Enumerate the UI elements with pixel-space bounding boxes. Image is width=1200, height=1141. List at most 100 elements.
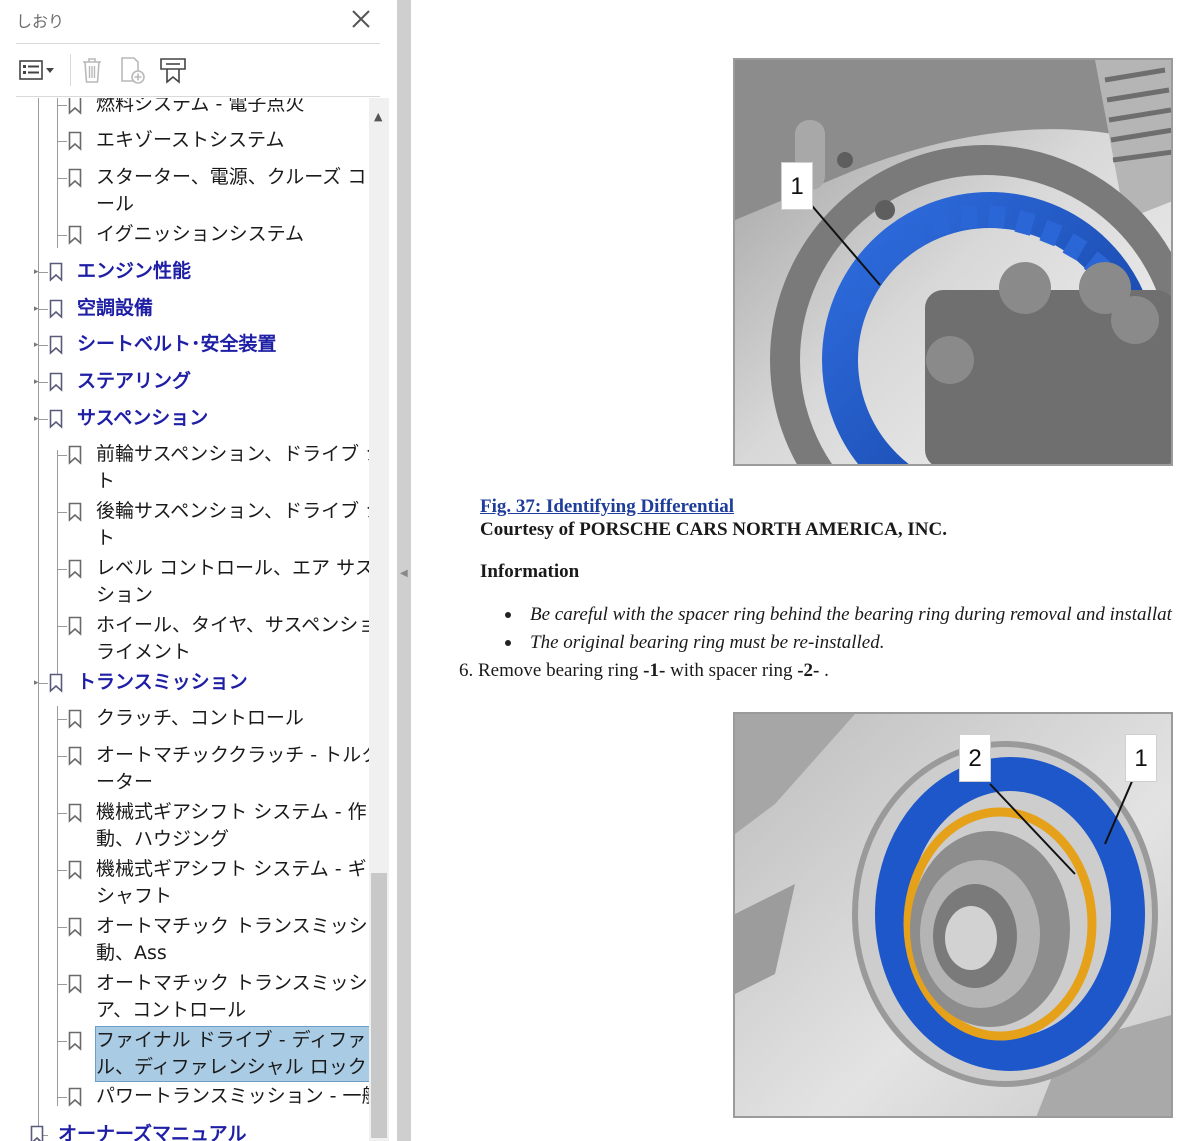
step-text: Remove bearing ring xyxy=(478,660,644,681)
delete-bookmark-button[interactable] xyxy=(78,54,106,86)
bookmark-label[interactable]: オートマチッククラッチ - トルクコンバーター xyxy=(96,742,370,796)
bookmark-label-line: ト xyxy=(96,470,116,492)
bookmark-label[interactable]: オートマチック トランスミッション - 作動、Ass xyxy=(96,913,370,967)
expand-toggle-icon[interactable]: ▸ xyxy=(34,341,42,350)
bookmark-label[interactable]: イグニッションシステム xyxy=(96,221,304,248)
bookmark-icon xyxy=(68,746,82,766)
bookmark-label-line: 前輪サスペンション、ドライブ シャフ xyxy=(96,443,370,465)
bookmark-icon xyxy=(68,616,82,636)
bookmark-icon xyxy=(49,262,63,282)
expand-toggle-icon[interactable]: ▸ xyxy=(34,415,42,424)
bookmark-icon xyxy=(68,860,82,880)
bookmark-label[interactable]: ステアリング xyxy=(77,368,191,395)
tree-connector xyxy=(57,455,67,456)
expand-bookmark-button[interactable] xyxy=(156,54,190,86)
close-panel-button[interactable] xyxy=(348,6,374,32)
bookmark-label[interactable]: エキゾーストシステム xyxy=(96,127,284,154)
bookmark-label[interactable]: オーナーズマニュアル xyxy=(58,1121,246,1141)
bookmark-icon xyxy=(68,502,82,522)
bookmark-label[interactable]: スターター、電源、クルーズ コントロール xyxy=(96,164,370,218)
bookmark-label[interactable]: エンジン性能 xyxy=(77,258,191,285)
bookmark-label-line: オートマチッククラッチ - トルクコンバ xyxy=(96,744,370,766)
bookmark-label[interactable]: オートマチック トランスミッション - ギア、コントロール xyxy=(96,970,370,1024)
bookmark-label[interactable]: 機械式ギアシフト システム - ギアとシャフト xyxy=(96,856,370,910)
bookmark-icon xyxy=(30,1125,44,1141)
bookmark-label-line: サスペンション xyxy=(77,407,209,429)
options-menu-button[interactable] xyxy=(16,54,58,86)
bookmark-scrollbar[interactable]: ▲ xyxy=(369,98,389,1141)
bookmarks-panel: しおり 燃料システム - 電子点火 エキゾーストシステム スターター、電源、クル… xyxy=(0,0,397,1141)
bookmark-tree: 燃料システム - 電子点火エキゾーストシステムスターター、電源、クルーズ コント… xyxy=(0,98,370,1141)
tree-guide xyxy=(57,450,58,678)
bookmark-icon xyxy=(68,168,82,188)
options-list-icon xyxy=(19,60,54,80)
figure-identifying-differential: 1 xyxy=(733,58,1173,466)
expand-toggle-icon[interactable]: ▸ xyxy=(34,378,42,387)
tree-connector xyxy=(57,1041,67,1042)
toolbar-divider xyxy=(16,96,380,97)
bookmark-icon xyxy=(49,335,63,355)
bookmark-label[interactable]: ホイール、タイヤ、サスペンション アライメント xyxy=(96,612,370,666)
bookmark-label-line: ホイール、タイヤ、サスペンション ア xyxy=(96,614,370,636)
bookmark-label[interactable]: クラッチ、コントロール xyxy=(96,705,304,732)
bookmark-label-line: ール xyxy=(96,193,135,215)
step-ref: -1- xyxy=(643,660,666,681)
step-ref: -2- xyxy=(797,660,820,681)
information-heading: Information xyxy=(480,561,580,582)
bookmark-label-line: オーナーズマニュアル xyxy=(58,1123,247,1141)
new-bookmark-button[interactable] xyxy=(116,54,150,86)
tree-connector xyxy=(57,512,67,513)
step-text: . xyxy=(819,660,829,681)
tree-connector xyxy=(57,626,67,627)
bookmark-icon xyxy=(49,673,63,693)
bookmark-label-line: エンジン性能 xyxy=(77,260,192,282)
tree-connector xyxy=(57,235,67,236)
tree-connector xyxy=(57,927,67,928)
bookmark-icon xyxy=(68,225,82,245)
close-icon xyxy=(352,10,370,28)
panel-title: しおり xyxy=(16,12,65,31)
expand-toggle-icon[interactable]: ▸ xyxy=(34,268,42,277)
figure2-callout-2: 2 xyxy=(959,734,991,782)
bookmark-icon xyxy=(68,917,82,937)
figure-caption-link[interactable]: Fig. 37: Identifying Differential xyxy=(480,496,734,518)
bookmark-label[interactable]: ファイナル ドライブ - ディファレンシャル、ディファレンシャル ロック xyxy=(95,1026,370,1082)
step-number: 6. xyxy=(459,660,474,681)
bearing-ring-illustration xyxy=(735,714,1171,1116)
tree-connector xyxy=(57,756,67,757)
tree-connector xyxy=(57,984,67,985)
collapse-arrow-icon[interactable]: ◀ xyxy=(400,568,408,579)
expand-toggle-icon[interactable]: ▸ xyxy=(34,305,42,314)
tree-connector xyxy=(57,569,67,570)
bookmark-label-line: ア、コントロール xyxy=(96,999,247,1021)
bookmark-label[interactable]: 燃料システム - 電子点火 xyxy=(96,98,304,118)
bookmark-label[interactable]: レベル コントロール、エア サスペンション xyxy=(96,555,370,609)
bookmark-label[interactable]: 機械式ギアシフト システム - 作動、ハウジング xyxy=(96,799,367,853)
bookmark-label[interactable]: 前輪サスペンション、ドライブ シャフト xyxy=(96,441,370,495)
tree-connector xyxy=(57,1097,67,1098)
bookmark-label[interactable]: シートベルト･安全装置 xyxy=(77,331,277,358)
bookmark-label-line: 空調設備 xyxy=(77,297,154,319)
bullet-dot xyxy=(505,612,511,618)
bookmark-label[interactable]: パワートランスミッション - 一般 xyxy=(96,1083,370,1110)
tree-connector xyxy=(57,870,67,871)
tree-connector xyxy=(57,813,67,814)
bookmark-label[interactable]: 空調設備 xyxy=(77,295,153,322)
bookmark-icon xyxy=(68,1031,82,1051)
bookmark-label-line: ル、ディファレンシャル ロック xyxy=(96,1056,367,1078)
scrollbar-thumb[interactable] xyxy=(371,873,387,1138)
bookmark-icon xyxy=(68,131,82,151)
bookmark-icon xyxy=(68,709,82,729)
expand-toggle-icon[interactable]: ▸ xyxy=(34,679,42,688)
bookmark-label[interactable]: トランスミッション xyxy=(77,669,248,696)
panel-splitter[interactable]: ◀ xyxy=(397,0,411,1141)
figure1-callout-1: 1 xyxy=(781,162,813,210)
bookmark-icon xyxy=(68,974,82,994)
bookmark-label-line: 後輪サスペンション、ドライブ シャフ xyxy=(96,500,370,522)
tree-connector xyxy=(57,178,67,179)
bookmark-label-line: パワートランスミッション - 一般 xyxy=(96,1085,370,1107)
scroll-up-icon[interactable]: ▲ xyxy=(374,110,382,123)
differential-illustration xyxy=(735,60,1171,464)
bookmark-label[interactable]: 後輪サスペンション、ドライブ シャフト xyxy=(96,498,370,552)
bookmark-label[interactable]: サスペンション xyxy=(77,405,208,432)
